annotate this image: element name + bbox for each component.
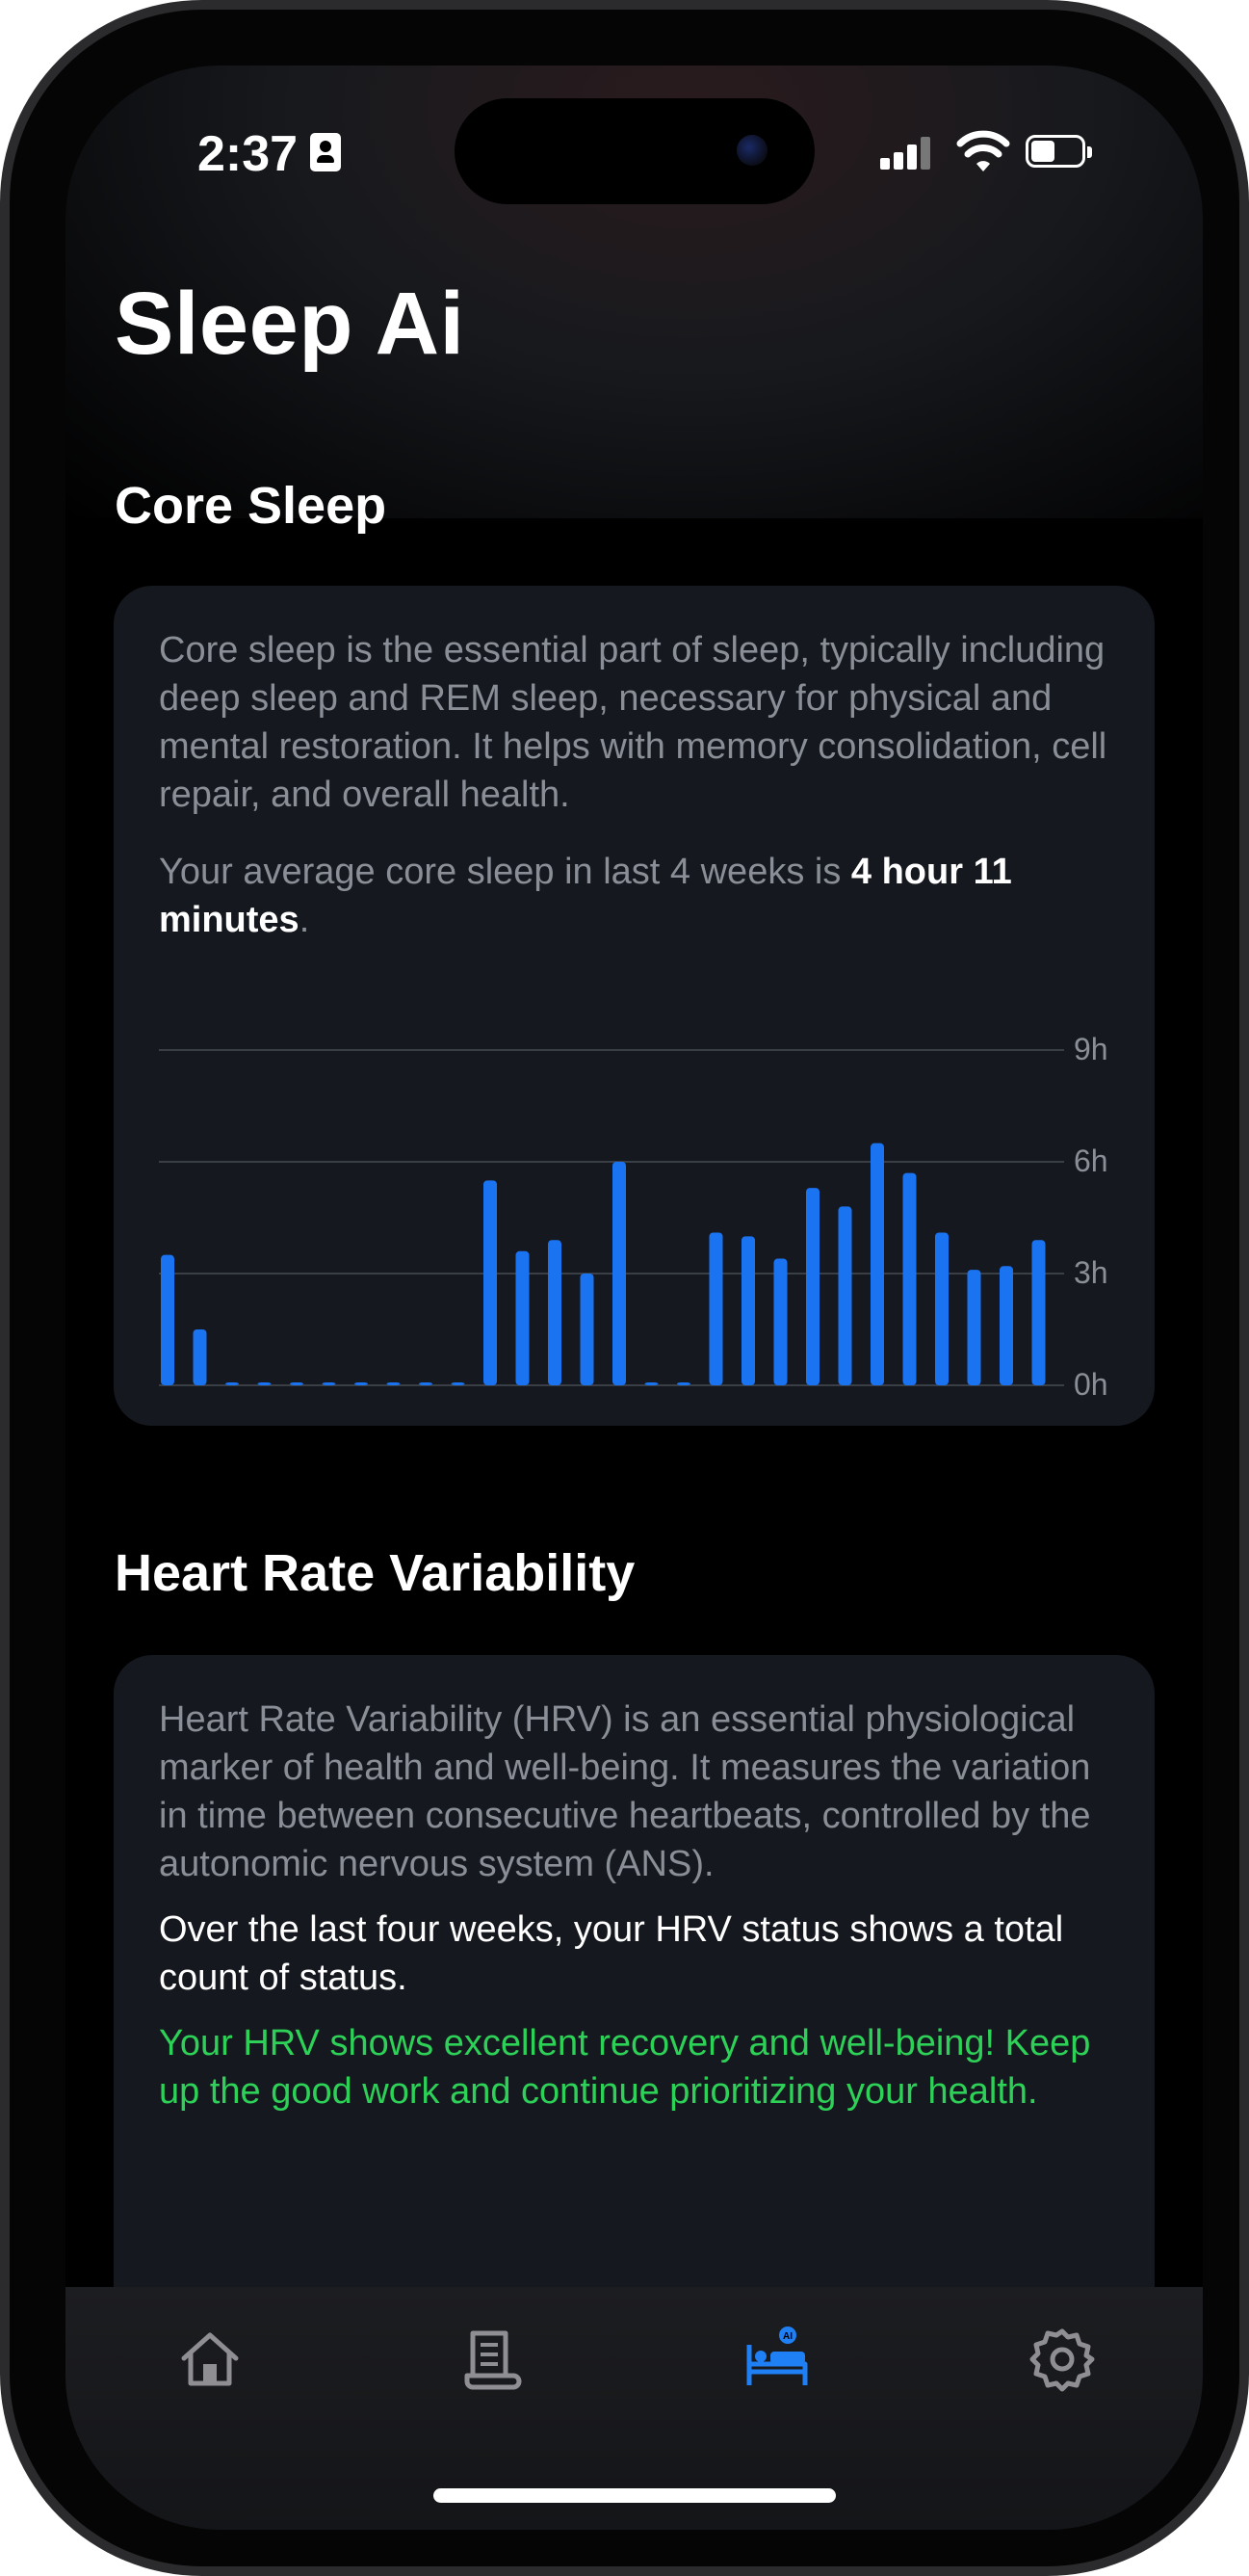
chart-bar — [935, 1232, 949, 1385]
core-sleep-title: Core Sleep — [115, 477, 387, 535]
hrv-title: Heart Rate Variability — [115, 1544, 636, 1602]
chart-bar — [225, 1382, 239, 1385]
chart-bar — [709, 1232, 723, 1385]
chart-y-tick-label: 3h — [1074, 1255, 1108, 1290]
home-indicator — [433, 2488, 836, 2503]
chart-y-tick-label: 0h — [1074, 1367, 1108, 1402]
status-time: 2:37 — [197, 126, 299, 182]
chart-bar — [386, 1382, 401, 1385]
chart-bar — [806, 1188, 820, 1385]
chart-bar — [967, 1270, 981, 1385]
core-sleep-description: Core sleep is the essential part of slee… — [159, 630, 1107, 815]
core-sleep-average: Your average core sleep in last 4 weeks … — [159, 848, 1109, 944]
chart-bar — [419, 1382, 432, 1385]
chart-bar — [644, 1382, 659, 1385]
core-sleep-average-prefix: Your average core sleep in last 4 weeks … — [159, 852, 851, 892]
chart-bar — [1000, 1266, 1013, 1385]
chart-bar — [871, 1143, 884, 1385]
chart-bar — [322, 1382, 336, 1385]
chart-bar — [580, 1274, 594, 1385]
chart-bar — [193, 1329, 207, 1385]
chart-bar — [612, 1162, 626, 1385]
chart-bar — [354, 1382, 368, 1385]
svg-text:AI: AI — [783, 2331, 793, 2342]
core-sleep-card: Core sleep is the essential part of slee… — [114, 586, 1155, 1426]
cellular-signal-icon — [880, 135, 944, 170]
chart-bar — [742, 1236, 755, 1385]
chart-bar — [773, 1258, 788, 1385]
hrv-recommendation: Your HRV shows excellent recovery and we… — [159, 2023, 1091, 2112]
tab-scroll-icon[interactable] — [457, 2326, 525, 2393]
wifi-icon — [956, 130, 1010, 171]
phone-bezel: 2:37 Sleep Ai Core Sleep Core sleep is t… — [10, 10, 1239, 2566]
chart-y-tick-label: 9h — [1074, 1032, 1108, 1066]
tab-settings-gear-icon[interactable] — [1028, 2326, 1096, 2393]
hrv-description: Heart Rate Variability (HRV) is an essen… — [159, 1699, 1091, 1884]
chart-bar — [257, 1382, 272, 1385]
chart-bar — [838, 1206, 852, 1385]
chart-bar — [515, 1250, 530, 1385]
battery-icon — [1026, 135, 1095, 170]
chart-bar — [902, 1172, 917, 1385]
tab-home-icon[interactable] — [176, 2326, 244, 2393]
phone-frame: 2:37 Sleep Ai Core Sleep Core sleep is t… — [0, 0, 1249, 2576]
core-sleep-average-suffix: . — [299, 900, 310, 940]
front-camera-icon — [737, 135, 768, 166]
chart-bar — [548, 1240, 561, 1385]
chart-bar — [483, 1180, 497, 1385]
tab-sleep-ai-icon[interactable]: AI — [743, 2326, 811, 2393]
chart-plot-area — [159, 1049, 1064, 1386]
app-title: Sleep Ai — [115, 275, 465, 373]
chart-bar — [290, 1382, 303, 1385]
chart-bar — [1031, 1240, 1046, 1385]
chart-bar — [677, 1382, 690, 1385]
chart-bar — [451, 1382, 465, 1385]
core-sleep-card-body: Core sleep is the essential part of slee… — [159, 626, 1109, 973]
contact-card-icon — [310, 133, 341, 171]
screen: 2:37 Sleep Ai Core Sleep Core sleep is t… — [65, 66, 1203, 2530]
hrv-status-text: Over the last four weeks, your HRV statu… — [159, 1909, 1064, 1998]
chart-bar — [161, 1254, 174, 1385]
hrv-card: Heart Rate Variability (HRV) is an essen… — [114, 1655, 1155, 2329]
hrv-card-body: Heart Rate Variability (HRV) is an essen… — [159, 1695, 1109, 2144]
chart-y-tick-label: 6h — [1074, 1143, 1108, 1178]
core-sleep-chart: 9h 6h 3h 0h — [159, 1032, 1132, 1402]
